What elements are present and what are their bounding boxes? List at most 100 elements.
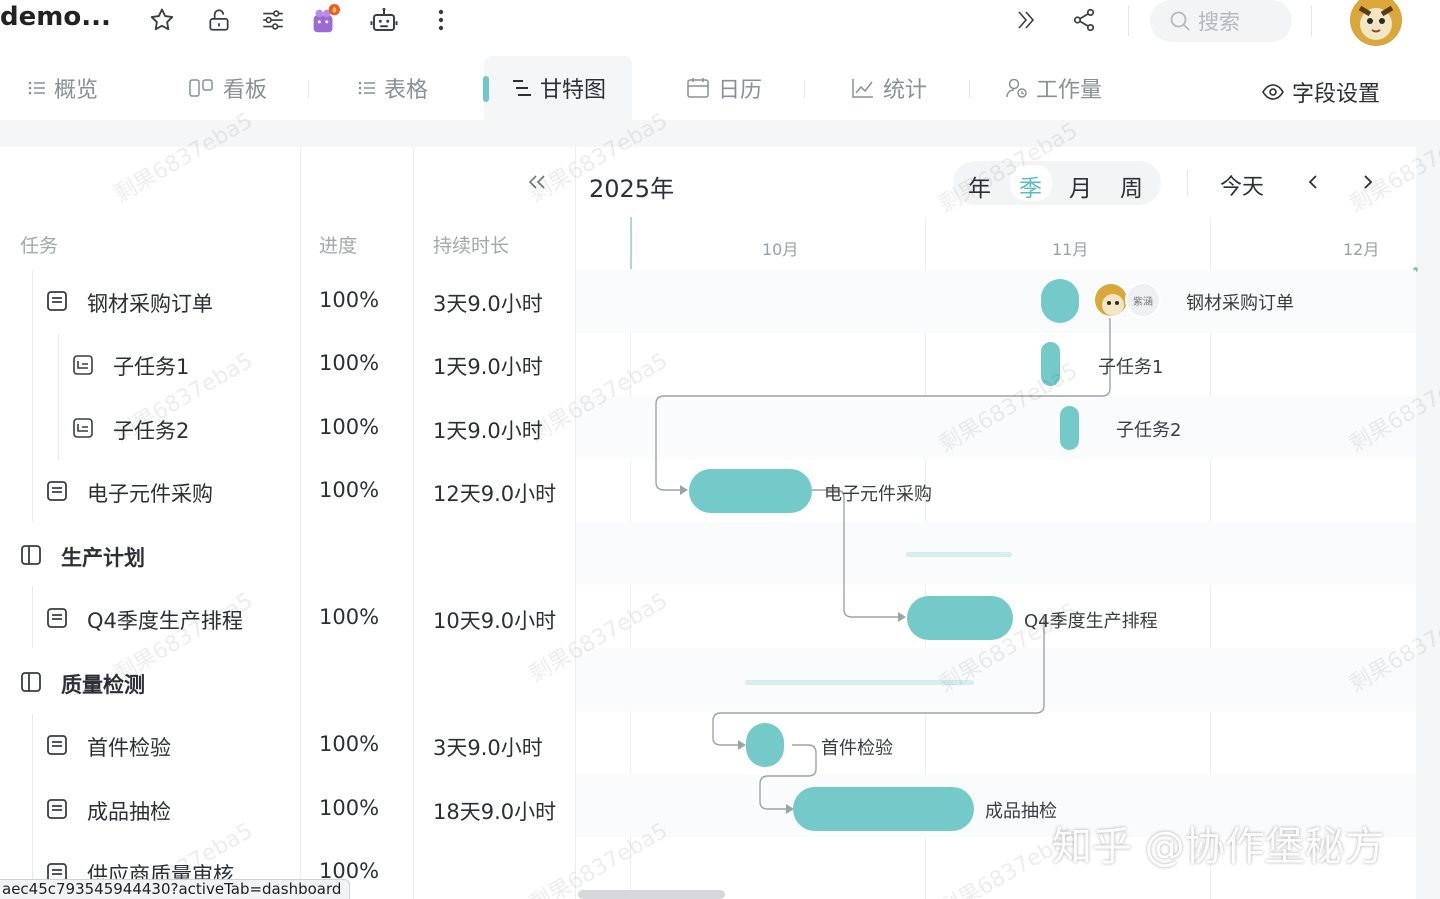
month-label: 11月 — [1052, 240, 1089, 259]
task-duration: 10天9.0小时 — [433, 609, 557, 633]
search-icon — [1170, 11, 1190, 31]
task-duration: 12天9.0小时 — [433, 482, 557, 506]
filter-sliders-icon[interactable] — [257, 4, 289, 36]
scale-quarter[interactable]: 季 — [1019, 169, 1042, 203]
gift-mascot-icon[interactable] — [308, 4, 340, 36]
divider — [1311, 6, 1312, 36]
task-progress: 100% — [319, 796, 380, 820]
tab-gantt[interactable]: 甘特图 — [512, 70, 606, 106]
unlock-icon[interactable] — [203, 4, 235, 36]
bar-label: 钢材采购订单 — [1186, 293, 1294, 314]
column-separator — [413, 147, 414, 899]
task-name: 电子元件采购 — [87, 482, 213, 506]
tab-label: 表格 — [384, 78, 429, 103]
task-name: 子任务2 — [113, 419, 190, 443]
bar-label: 首件检验 — [821, 738, 893, 759]
task-duration: 3天9.0小时 — [433, 292, 543, 316]
tab-overview[interactable]: 概览 — [28, 70, 98, 106]
group-summary-bar — [906, 552, 1012, 557]
list-icon — [28, 81, 45, 95]
group-name: 质量检测 — [61, 673, 145, 697]
task-duration: 18天9.0小时 — [433, 800, 557, 824]
gantt-bar[interactable] — [793, 787, 974, 831]
table-list-icon — [358, 81, 375, 95]
task-table-panel — [0, 147, 576, 899]
tab-active-indicator — [483, 76, 489, 102]
header-duration[interactable]: 持续时长 — [433, 231, 509, 258]
task-name: Q4季度生产排程 — [87, 609, 243, 633]
workload-icon — [1006, 78, 1027, 98]
gantt-bar[interactable] — [907, 596, 1013, 640]
tab-label: 工作量 — [1036, 78, 1103, 103]
assignee-tag[interactable]: 紫涵 — [1125, 282, 1161, 318]
gantt-bar[interactable] — [1041, 279, 1079, 323]
tab-label: 概览 — [54, 78, 99, 103]
tab-label: 甘特图 — [540, 78, 607, 103]
task-progress: 100% — [319, 478, 380, 502]
scale-year[interactable]: 年 — [968, 169, 991, 203]
tab-kanban[interactable]: 看板 — [189, 70, 267, 106]
group-icon — [21, 545, 41, 565]
scale-week[interactable]: 周 — [1120, 169, 1143, 203]
search-placeholder: 搜索 — [1198, 10, 1240, 34]
tab-separator — [308, 80, 309, 98]
assignee-avatar[interactable] — [1093, 282, 1129, 318]
star-icon[interactable] — [146, 4, 178, 36]
group-summary-bar — [745, 680, 974, 685]
more-vertical-icon[interactable] — [425, 4, 457, 36]
month-label: 12月 — [1343, 240, 1380, 259]
task-progress: 100% — [319, 732, 380, 756]
tree-guide — [32, 586, 33, 648]
tab-table[interactable]: 表格 — [358, 70, 428, 106]
task-progress: 100% — [319, 288, 380, 312]
column-separator — [300, 147, 301, 899]
bar-label: 成品抽检 — [985, 801, 1057, 822]
task-icon — [47, 799, 67, 819]
gantt-year: 2025年 — [589, 175, 675, 203]
tab-label: 看板 — [223, 78, 268, 103]
gantt-bar[interactable] — [1060, 406, 1079, 450]
field-settings-label: 字段设置 — [1292, 82, 1381, 107]
group-icon — [21, 672, 41, 692]
divider — [1128, 6, 1129, 36]
today-marker — [630, 217, 632, 269]
double-chevron-right-icon[interactable] — [1010, 4, 1042, 36]
divider — [1187, 170, 1188, 196]
eye-icon — [1262, 84, 1284, 100]
tree-guide — [32, 270, 33, 522]
user-avatar[interactable] — [1350, 0, 1402, 46]
collapse-table-icon[interactable] — [526, 172, 548, 196]
tree-guide — [58, 334, 59, 460]
tab-label: 日历 — [718, 78, 763, 103]
app-title[interactable]: demo... — [0, 2, 111, 32]
gantt-bar[interactable] — [689, 469, 812, 513]
task-icon — [47, 291, 67, 311]
tab-separator — [804, 80, 805, 98]
tab-workload[interactable]: 工作量 — [1006, 70, 1102, 106]
next-period-icon[interactable] — [1358, 172, 1378, 196]
header-progress[interactable]: 进度 — [319, 231, 357, 258]
task-progress: 100% — [319, 351, 380, 375]
gantt-icon — [513, 80, 531, 96]
share-icon[interactable] — [1068, 4, 1100, 36]
robot-icon[interactable] — [368, 4, 400, 36]
search-input[interactable]: 搜索 — [1150, 0, 1292, 42]
field-settings-button[interactable]: 字段设置 — [1262, 74, 1380, 110]
gantt-bar[interactable] — [746, 723, 784, 767]
tab-calendar[interactable]: 日历 — [686, 70, 762, 106]
header-task[interactable]: 任务 — [20, 231, 58, 258]
scale-month[interactable]: 月 — [1069, 169, 1092, 203]
today-button[interactable]: 今天 — [1220, 169, 1264, 201]
task-name: 子任务1 — [113, 355, 190, 379]
tab-statistics[interactable]: 统计 — [851, 70, 927, 106]
gantt-bar[interactable] — [1041, 342, 1060, 386]
task-name: 成品抽检 — [87, 800, 171, 824]
tab-label: 统计 — [883, 78, 928, 103]
zhihu-watermark: 知乎 @协作堡秘方 — [1052, 824, 1385, 870]
tab-separator — [969, 80, 970, 98]
horizontal-scrollbar[interactable] — [578, 890, 725, 899]
task-duration: 1天9.0小时 — [433, 355, 543, 379]
tree-guide — [32, 714, 33, 899]
group-name: 生产计划 — [61, 546, 145, 570]
prev-period-icon[interactable] — [1303, 172, 1323, 196]
